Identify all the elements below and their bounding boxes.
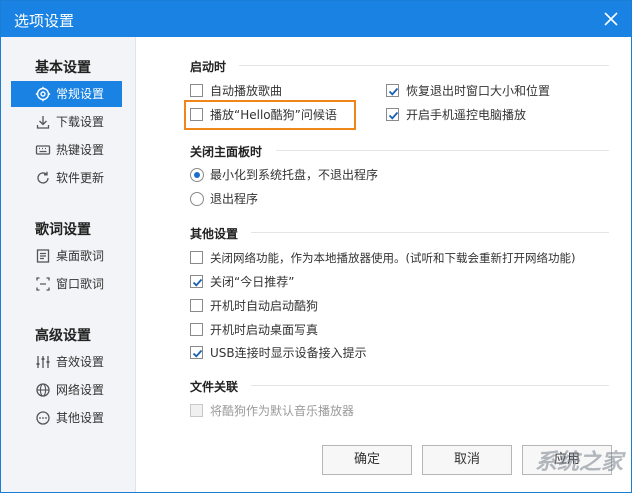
- option-label: 开启手机遥控电脑播放: [406, 108, 527, 122]
- sidebar-item-general[interactable]: 常规设置: [11, 81, 122, 107]
- section-divider: [251, 385, 609, 386]
- autostart-checkbox[interactable]: [190, 299, 203, 312]
- option-label: USB连接时显示设备接入提示: [210, 346, 367, 360]
- option-label: 关闭“今日推荐”: [210, 275, 295, 289]
- equalizer-icon: [35, 354, 51, 370]
- close-button[interactable]: [599, 7, 623, 31]
- more-icon: [35, 410, 51, 426]
- sidebar-item-other[interactable]: 其他设置: [11, 405, 122, 431]
- ok-button[interactable]: 确定: [322, 445, 412, 475]
- checkmark-icon: [388, 111, 399, 120]
- window-lyrics-icon: [35, 276, 51, 292]
- close-icon: [604, 12, 618, 26]
- sidebar-item-update[interactable]: 软件更新: [11, 165, 122, 191]
- sidebar-item-label: 其他设置: [56, 411, 105, 425]
- sidebar-item-window-lyrics[interactable]: 窗口歌词: [11, 271, 122, 297]
- sidebar-item-label: 网络设置: [56, 383, 105, 397]
- restore-window-checkbox[interactable]: [386, 84, 399, 97]
- section-divider: [239, 65, 609, 66]
- sidebar-item-download[interactable]: 下载设置: [11, 109, 122, 135]
- option-label: 自动播放歌曲: [210, 84, 283, 98]
- sidebar-item-label: 常规设置: [56, 87, 105, 101]
- watermark: 系统之家: [534, 450, 623, 475]
- checkmark-icon: [192, 278, 203, 287]
- download-icon: [35, 114, 51, 130]
- sidebar-item-desktop-lyrics[interactable]: 桌面歌词: [11, 243, 122, 269]
- option-label: 开机时启动桌面写真: [210, 323, 319, 337]
- section-title-startup: 启动时: [190, 60, 227, 74]
- section-divider: [276, 150, 609, 151]
- minimize-tray-radio[interactable]: [190, 168, 204, 182]
- desktop-lyrics-icon: [35, 248, 51, 264]
- checkmark-icon: [388, 87, 399, 96]
- sidebar-group-basic: 基本设置: [35, 60, 91, 76]
- section-title-file-assoc: 文件关联: [190, 380, 239, 394]
- option-label: 关闭网络功能，作为本地播放器使用。(试听和下载会重新打开网络功能): [210, 251, 576, 265]
- section-title-close-panel: 关闭主面板时: [190, 145, 263, 159]
- sidebar-item-network[interactable]: 网络设置: [11, 377, 122, 403]
- globe-icon: [35, 382, 51, 398]
- default-player-checkbox: [190, 404, 203, 417]
- autoplay-checkbox[interactable]: [190, 84, 203, 97]
- gear-icon: [35, 86, 51, 102]
- sidebar-item-label: 音效设置: [56, 355, 105, 369]
- option-label: 将酷狗作为默认音乐播放器: [210, 404, 355, 418]
- disable-network-checkbox[interactable]: [190, 251, 203, 264]
- disable-daily-recommend-checkbox[interactable]: [190, 275, 203, 288]
- checkmark-icon: [192, 349, 203, 358]
- window-title: 选项设置: [14, 12, 75, 30]
- exit-program-radio[interactable]: [190, 192, 204, 206]
- option-label: 开机时自动启动酷狗: [210, 299, 319, 313]
- usb-prompt-checkbox[interactable]: [190, 346, 203, 359]
- sidebar-item-sound[interactable]: 音效设置: [11, 349, 122, 375]
- option-label: 最小化到系统托盘，不退出程序: [210, 168, 379, 182]
- sidebar-item-label: 下载设置: [56, 115, 105, 129]
- options-dialog: 选项设置 基本设置 常规设置 下载设置 热键设置 软件更新 歌词设置 桌面歌词 …: [0, 0, 632, 493]
- sidebar-item-label: 桌面歌词: [56, 249, 105, 263]
- sidebar-item-hotkey[interactable]: 热键设置: [11, 137, 122, 163]
- title-bar[interactable]: 选项设置: [1, 1, 631, 37]
- sidebar-item-label: 软件更新: [56, 171, 105, 185]
- option-label: 退出程序: [210, 192, 259, 206]
- section-title-other: 其他设置: [190, 227, 239, 241]
- sidebar: 基本设置 常规设置 下载设置 热键设置 软件更新 歌词设置 桌面歌词 窗口歌词 …: [1, 37, 136, 492]
- sidebar-group-advanced: 高级设置: [35, 328, 91, 344]
- sidebar-item-label: 窗口歌词: [56, 277, 105, 291]
- cancel-button[interactable]: 取消: [422, 445, 512, 475]
- keyboard-icon: [35, 142, 51, 158]
- section-divider: [251, 232, 609, 233]
- sidebar-group-lyrics: 歌词设置: [35, 222, 91, 238]
- phone-remote-checkbox[interactable]: [386, 108, 399, 121]
- hello-greeting-checkbox[interactable]: [190, 108, 203, 121]
- refresh-icon: [35, 170, 51, 186]
- sidebar-item-label: 热键设置: [56, 143, 105, 157]
- desktop-photo-checkbox[interactable]: [190, 323, 203, 336]
- option-label: 恢复退出时窗口大小和位置: [406, 84, 551, 98]
- option-label: 播放“Hello酷狗”问候语: [210, 108, 337, 122]
